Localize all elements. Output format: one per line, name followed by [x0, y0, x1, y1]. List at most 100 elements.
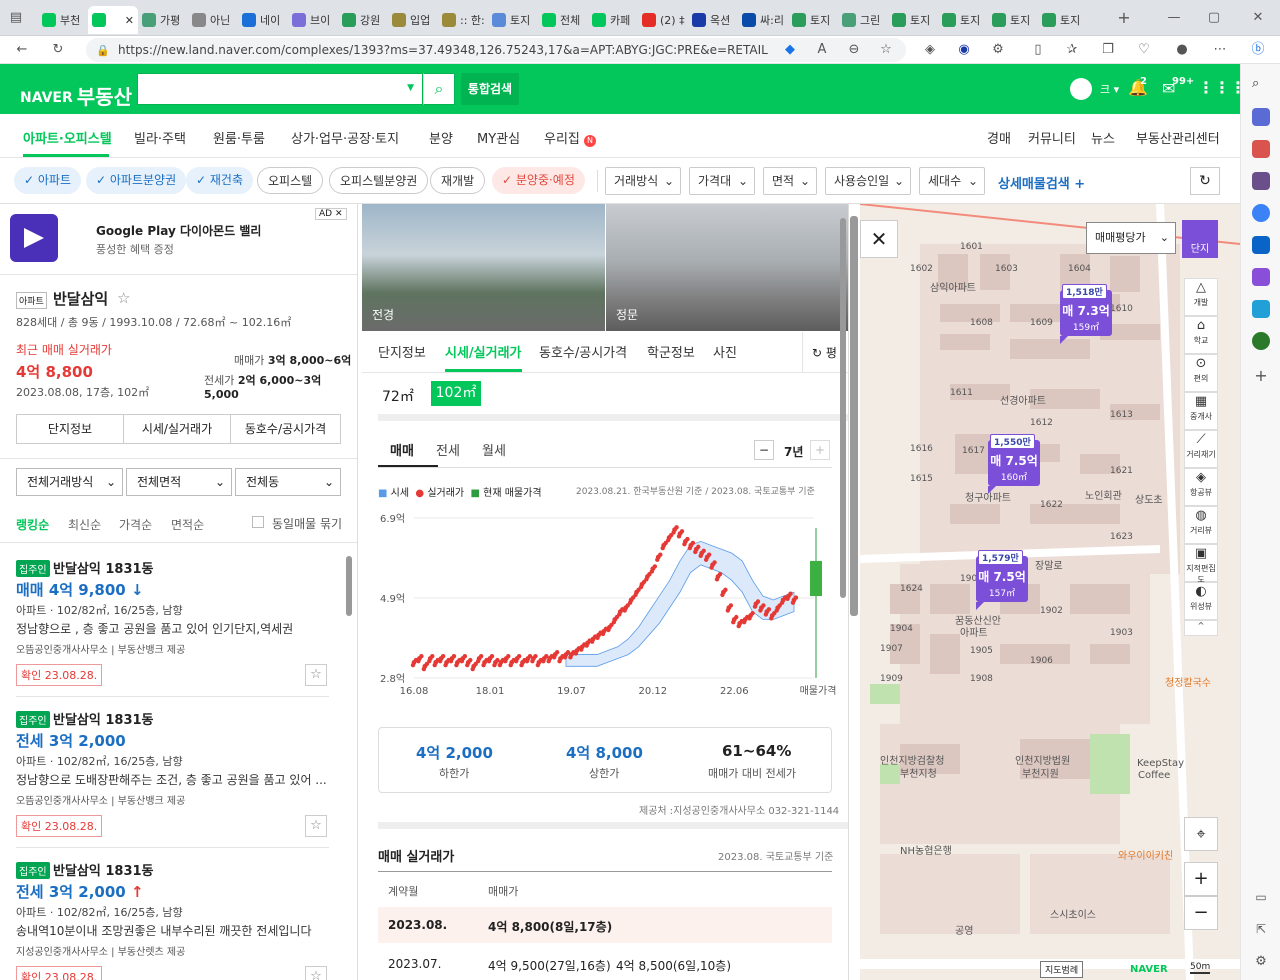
detail-scrollbar[interactable] — [840, 218, 846, 598]
tab-complex-info[interactable]: 단지정보 — [16, 414, 124, 444]
period-minus-button[interactable]: − — [754, 440, 774, 460]
photo-gate[interactable]: 정문 — [606, 204, 848, 331]
listing-title[interactable]: 반달삼익 1831동 — [53, 860, 154, 879]
map-place-label[interactable]: 상도초 — [1135, 491, 1163, 506]
price-marker[interactable]: 1,550만 매 7.5억 160㎡ — [988, 434, 1040, 494]
map-tool-button[interactable]: ◈ 항공뷰 — [1184, 468, 1218, 506]
nav-ourhome[interactable]: 우리집 N — [544, 128, 597, 147]
complex-toggle-button[interactable]: 단지 — [1182, 220, 1218, 258]
sidebar-layout-icon[interactable]: ▭ — [1252, 890, 1270, 908]
minimize-icon[interactable]: — — [1166, 10, 1182, 26]
tag-icon[interactable]: ◆ — [782, 42, 798, 58]
chip-officetel[interactable]: 오피스텔 — [257, 167, 324, 194]
photo-exterior[interactable]: 전경 — [362, 204, 605, 331]
browser-tab[interactable]: 옥션 — [688, 6, 738, 34]
chip-apt-presale[interactable]: ✓ 아파트분양권 — [86, 167, 187, 194]
nav-villa[interactable]: 빌라·주택 — [134, 128, 186, 147]
favorite-icon[interactable]: ☆ — [878, 42, 894, 58]
outlook-icon[interactable] — [1252, 236, 1270, 254]
collapse-tools-button[interactable]: ^ — [1184, 620, 1218, 636]
area-72[interactable]: 72㎡ — [382, 386, 414, 406]
table-row[interactable]: 2023.07. 4억 9,500(27일,16층) 4억 8,500(6일,1… — [378, 946, 832, 980]
list-scrollbar[interactable] — [346, 556, 352, 616]
same-checkbox[interactable] — [252, 516, 264, 528]
read-aloud-icon[interactable]: A — [814, 42, 830, 58]
nav-commercial[interactable]: 상가·업무·공장·토지 — [291, 128, 399, 147]
select-trade[interactable]: 전체거래방식 ⌄ — [16, 468, 123, 496]
chip-apartment[interactable]: ✓ 아파트 — [14, 167, 81, 194]
nav-community[interactable]: 커뮤니티 — [1028, 128, 1076, 147]
ad-title[interactable]: Google Play 다이아몬드 밸리 — [96, 222, 261, 239]
browser-tab[interactable]: ✕ — [88, 6, 138, 34]
map-tool-button[interactable]: ⌂ 학교 — [1184, 316, 1218, 354]
price-type-select[interactable]: 매매평당가 ⌄ — [1086, 222, 1176, 254]
profile-icon[interactable]: ● — [1174, 42, 1190, 58]
back-icon[interactable]: ← — [14, 42, 30, 58]
naver-logo[interactable]: NAVER 부동산 — [20, 79, 132, 109]
map-tool-button[interactable]: ▦ 중개사 — [1184, 392, 1218, 430]
search-icon[interactable]: ⌕ — [1252, 76, 1270, 94]
tab-close-icon[interactable]: ✕ — [125, 14, 134, 27]
map-place-label[interactable]: KeepStay — [1137, 758, 1184, 769]
add-sidebar-icon[interactable]: + — [1252, 366, 1270, 385]
price-chart[interactable]: 6.9억 4.9억 2.8억16.08 18.01 19.07 20.12 22.06 매물가… — [378, 504, 848, 704]
listing-title[interactable]: 반달삼익 1831동 — [53, 709, 154, 728]
ad-image[interactable] — [10, 214, 58, 262]
listing-title[interactable]: 반달삼익 1831동 — [53, 558, 154, 577]
select-dong[interactable]: 전체동 ⌄ — [235, 468, 341, 496]
select-area[interactable]: 전체면적 ⌄ — [126, 468, 232, 496]
games-icon[interactable] — [1252, 172, 1270, 190]
dropdown-trade[interactable]: 거래방식 ⌄ — [605, 167, 681, 195]
new-tab-icon[interactable]: + — [1116, 10, 1132, 26]
browser-tab[interactable]: 토지 — [788, 6, 838, 34]
dtab-photo[interactable]: 사진 — [713, 342, 737, 361]
search-dropdown-icon[interactable]: ▼ — [407, 83, 414, 93]
close-window-icon[interactable]: ✕ — [1250, 10, 1266, 26]
more-icon[interactable]: ⋯ — [1212, 42, 1228, 58]
map-tool-button[interactable]: ◐ 위성뷰 — [1184, 582, 1218, 620]
map-place-label[interactable]: 부천지원 — [1022, 765, 1059, 780]
map-place-label[interactable]: 장말로 — [1035, 557, 1063, 572]
dtab-school[interactable]: 학군정보 — [647, 342, 695, 361]
panel-scrollbar[interactable] — [850, 216, 858, 616]
nav-manager[interactable]: 부동산관리센터 — [1136, 128, 1220, 147]
zoom-out-button[interactable]: − — [1184, 896, 1218, 930]
favorite-star-icon[interactable]: ☆ — [305, 815, 327, 837]
apps-grid-icon[interactable]: ⋮⋮⋮ — [1198, 80, 1246, 96]
zoom-in-button[interactable]: + — [1184, 862, 1218, 896]
tab-dong[interactable]: 동호수/공시가격 — [230, 414, 341, 444]
map-place-label[interactable]: 아파트 — [960, 624, 988, 639]
my-location-button[interactable]: ⌖ — [1184, 817, 1218, 851]
sort-ranking[interactable]: 랭킹순 — [16, 516, 49, 533]
extensions-icon[interactable]: ⚙ — [990, 42, 1006, 58]
browser-tab[interactable]: 브이 — [288, 6, 338, 34]
nav-apartment[interactable]: 아파트·오피스텔 — [23, 128, 112, 147]
extension2-icon[interactable]: ◉ — [956, 42, 972, 58]
deal-monthly[interactable]: 월세 — [482, 440, 506, 459]
map-place-label[interactable]: 스시초이스 — [1050, 906, 1096, 921]
list-item[interactable]: 집주인 반달삼익 1831동 전세 3억 2,000 아파트 · 102/82㎡… — [0, 705, 345, 855]
open-external-icon[interactable]: ⇱ — [1252, 922, 1270, 940]
chip-officetel-presale[interactable]: 오피스텔분양권 — [329, 167, 429, 194]
list-item[interactable]: 집주인 반달삼익 1831동 매매 4억 9,800 ↓ 아파트 · 102/8… — [0, 554, 345, 704]
sort-area[interactable]: 면적순 — [171, 516, 204, 533]
map-tool-button[interactable]: ⊙ 편의 — [1184, 354, 1218, 392]
browser-tab[interactable]: 싸:리 — [738, 6, 788, 34]
tools-icon[interactable] — [1252, 140, 1270, 158]
detail-search-button[interactable]: 상세매물검색 + — [998, 173, 1085, 192]
dtab-dong[interactable]: 동호수/공시가격 — [539, 342, 627, 361]
browser-tab[interactable]: 네이 — [238, 6, 288, 34]
dropdown-area[interactable]: 면적 ⌄ — [763, 167, 817, 195]
browser-tab[interactable]: 아닌 — [188, 6, 238, 34]
map-tool-button[interactable]: ⟋ 거리재기 — [1184, 430, 1218, 468]
favorite-star-icon[interactable]: ☆ — [117, 289, 130, 307]
chip-presale-plan[interactable]: ✓ 분양중·예정 — [492, 167, 585, 194]
period-plus-button[interactable]: + — [810, 440, 830, 460]
browser-tab[interactable]: 토지 — [938, 6, 988, 34]
bing-icon[interactable]: ⓑ — [1250, 42, 1266, 58]
sort-latest[interactable]: 최신순 — [68, 516, 101, 533]
settings-icon[interactable]: ⚙ — [1252, 954, 1270, 972]
price-marker[interactable]: 1,579만 매 7.5억 157㎡ — [976, 550, 1028, 610]
search-input[interactable]: ▼ — [137, 73, 423, 105]
browser-tab[interactable]: 강원 — [338, 6, 388, 34]
